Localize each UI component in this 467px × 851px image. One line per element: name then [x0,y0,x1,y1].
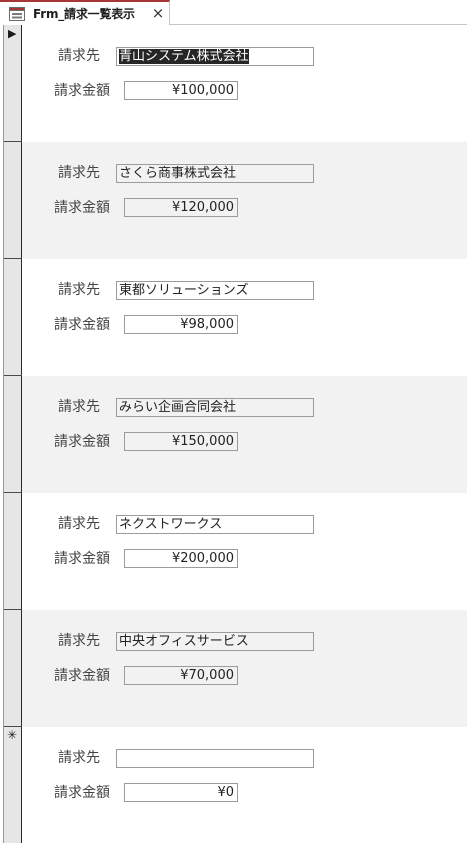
customer-field[interactable]: 中央オフィスサービス [116,632,314,651]
record-row: 請求先 東都ソリューションズ 請求金額 ¥98,000 [22,259,467,376]
continuous-form: ▶ ✳ 請求先 青山システム株式会社 請求金額 ¥100,000 請求先 さくら… [0,25,467,851]
amount-label: 請求金額 [54,83,110,99]
amount-field[interactable]: ¥200,000 [124,549,238,568]
customer-value: さくら商事株式会社 [119,166,237,181]
record-row: 請求先 ネクストワークス 請求金額 ¥200,000 [22,493,467,610]
record-selector[interactable]: ▶ [4,25,22,142]
record-row: 請求先 中央オフィスサービス 請求金額 ¥70,000 [22,610,467,727]
customer-field[interactable]: さくら商事株式会社 [116,164,314,183]
current-record-icon: ▶ [8,27,17,40]
record-row: 請求先 青山システム株式会社 請求金額 ¥100,000 [22,25,467,142]
customer-label: 請求先 [58,750,100,766]
record-row: 請求先 さくら商事株式会社 請求金額 ¥120,000 [22,142,467,259]
customer-value: 東都ソリューションズ [119,283,249,298]
customer-label: 請求先 [58,399,100,415]
tab-title: Frm_請求一覧表示 [33,7,135,21]
amount-label: 請求金額 [54,434,110,450]
amount-field[interactable]: ¥120,000 [124,198,238,217]
tab-form-invoice-list[interactable]: Frm_請求一覧表示 × [0,0,170,25]
record-selector[interactable] [4,376,22,493]
amount-field[interactable]: ¥150,000 [124,432,238,451]
amount-label: 請求金額 [54,551,110,567]
amount-field[interactable]: ¥70,000 [124,666,238,685]
customer-value: 青山システム株式会社 [119,49,249,64]
customer-value: ネクストワークス [119,517,223,532]
amount-label: 請求金額 [54,317,110,333]
customer-field[interactable]: みらい企画合同会社 [116,398,314,417]
customer-value: 中央オフィスサービス [119,634,249,649]
customer-label: 請求先 [58,48,100,64]
new-record-row: 請求先 請求金額 ¥0 [22,727,467,844]
document-tab-bar: Frm_請求一覧表示 × [0,0,467,25]
new-record-icon: ✳ [7,728,18,742]
amount-label: 請求金額 [54,668,110,684]
customer-label: 請求先 [58,282,100,298]
record-selector[interactable] [4,610,22,727]
customer-field[interactable]: 青山システム株式会社 [116,47,314,66]
amount-label: 請求金額 [54,785,110,801]
close-icon[interactable]: × [151,4,165,22]
amount-field[interactable]: ¥100,000 [124,81,238,100]
form-icon [9,7,25,21]
customer-value: みらい企画合同会社 [119,400,237,415]
customer-field[interactable] [116,749,314,768]
record-selector[interactable] [4,142,22,259]
customer-label: 請求先 [58,165,100,181]
record-selector[interactable]: ✳ [4,727,22,843]
amount-label: 請求金額 [54,200,110,216]
customer-field[interactable]: ネクストワークス [116,515,314,534]
record-selector[interactable] [4,259,22,376]
record-row: 請求先 みらい企画合同会社 請求金額 ¥150,000 [22,376,467,493]
record-selector[interactable] [4,493,22,610]
amount-field[interactable]: ¥98,000 [124,315,238,334]
customer-label: 請求先 [58,633,100,649]
customer-field[interactable]: 東都ソリューションズ [116,281,314,300]
customer-label: 請求先 [58,516,100,532]
record-selector-column: ▶ ✳ [3,25,22,843]
amount-field[interactable]: ¥0 [124,783,238,802]
